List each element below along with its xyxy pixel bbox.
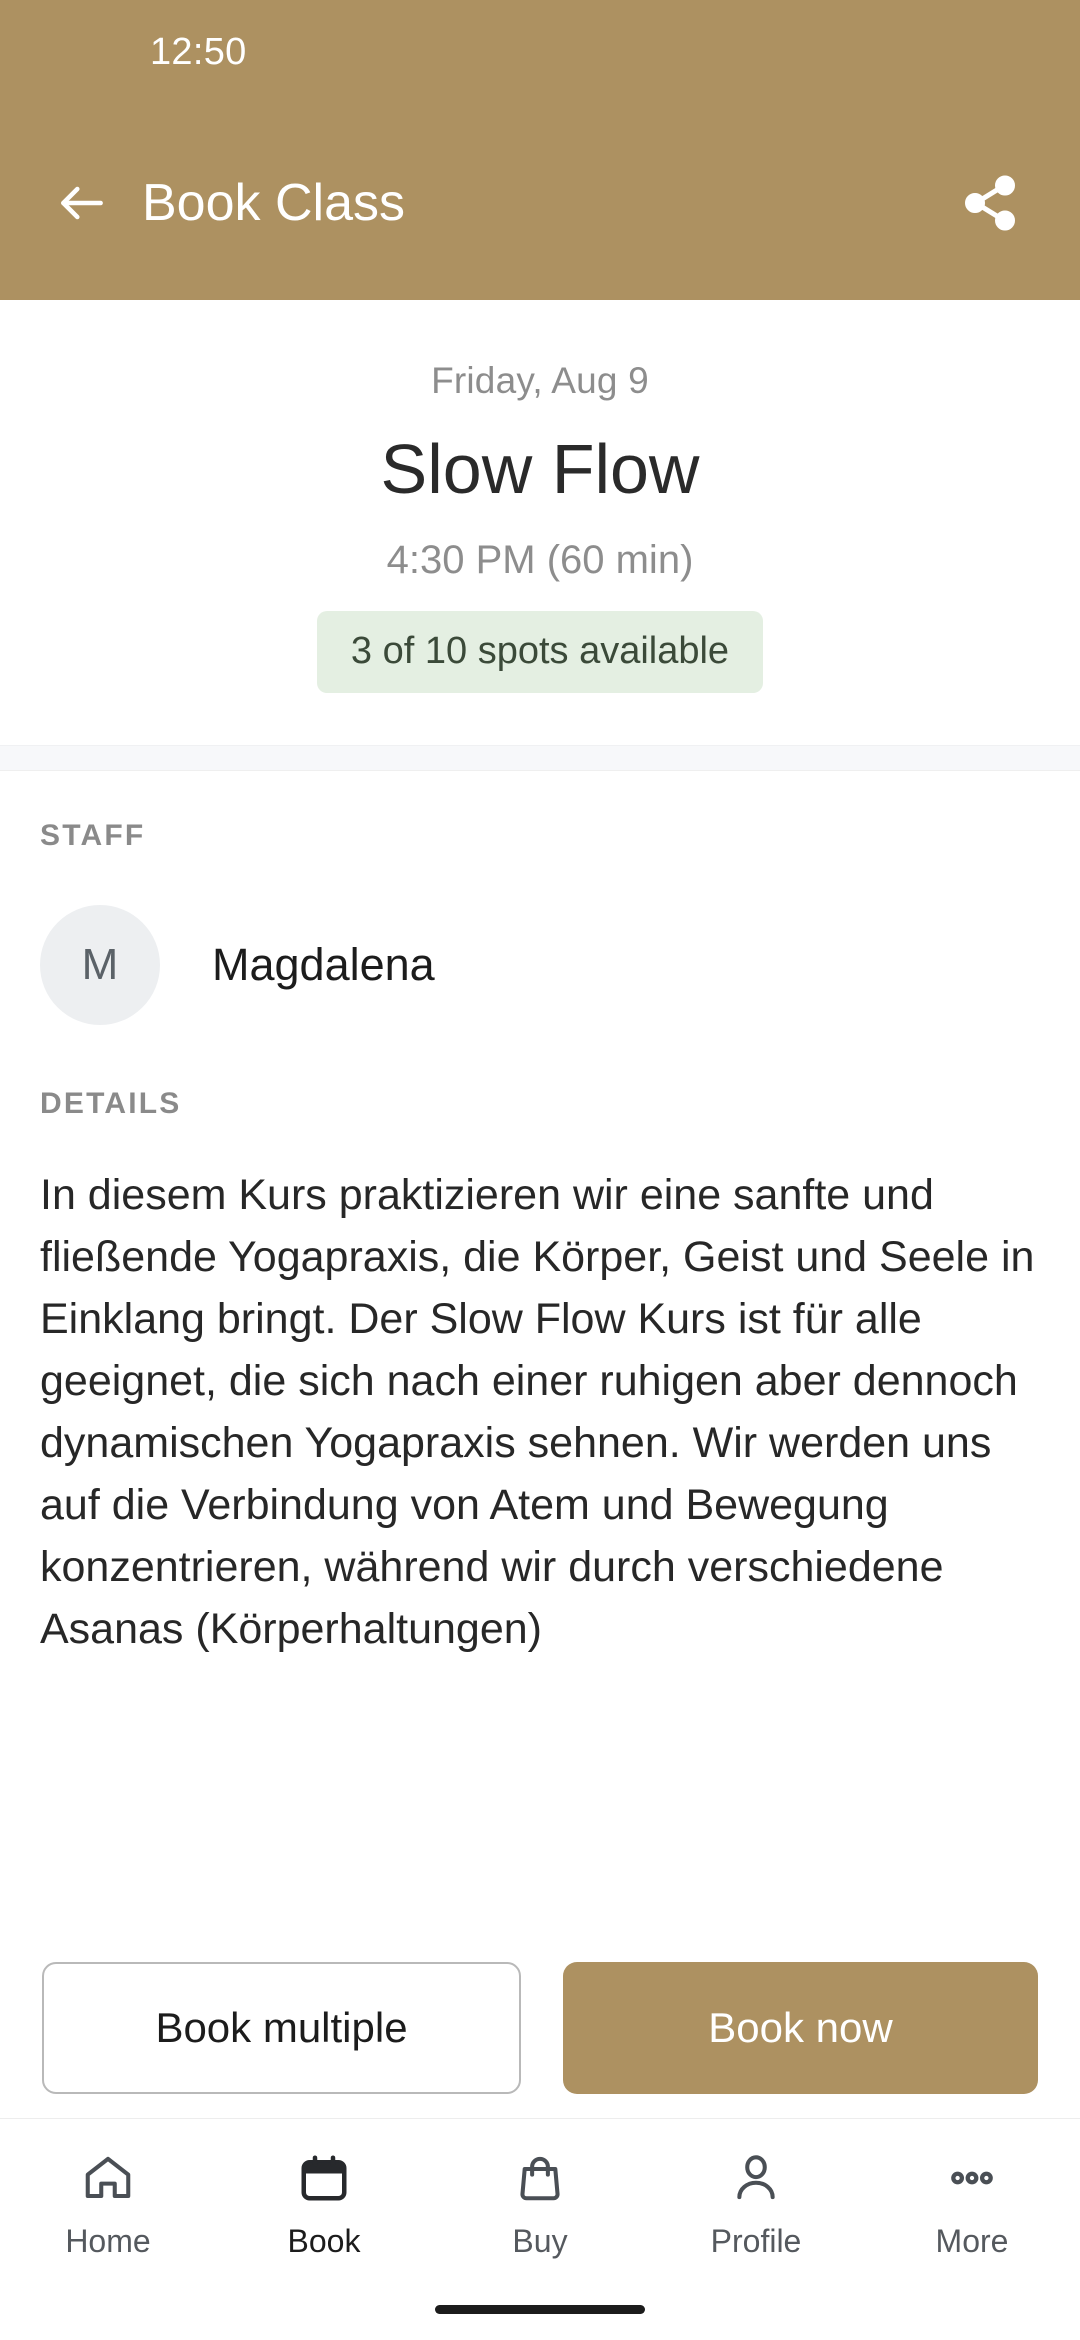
nav-label-more: More [935, 2223, 1009, 2259]
spots-available-badge: 3 of 10 spots available [316, 611, 764, 694]
class-date: Friday, Aug 9 [431, 360, 649, 401]
class-time-duration: 4:30 PM (60 min) [386, 538, 694, 583]
staff-list-item[interactable]: M Magdalena [40, 905, 1040, 1026]
home-icon [81, 2147, 135, 2209]
person-icon [729, 2147, 783, 2209]
avatar: M [40, 905, 160, 1026]
nav-item-profile[interactable]: Profile [648, 2147, 864, 2257]
nav-label-book: Book [287, 2223, 361, 2259]
back-button[interactable] [44, 165, 120, 241]
share-button[interactable] [948, 161, 1032, 245]
nav-item-buy[interactable]: Buy [432, 2147, 648, 2257]
app-bar: Book Class [0, 105, 1080, 300]
status-bar: 12:50 [0, 0, 1080, 105]
nav-item-home[interactable]: Home [0, 2147, 216, 2257]
book-multiple-button[interactable]: Book multiple [42, 1962, 521, 2094]
arrow-left-icon [61, 186, 103, 219]
app-bar-title: Book Class [142, 173, 405, 232]
staff-name: Magdalena [212, 939, 435, 991]
ellipsis-icon [945, 2147, 999, 2209]
avatar-initial: M [81, 940, 119, 990]
booking-action-bar: Book multiple Book now [0, 1938, 1080, 2118]
calendar-icon [297, 2147, 351, 2209]
nav-item-more[interactable]: More [864, 2147, 1080, 2257]
section-divider [0, 745, 1080, 772]
details-section-label: DETAILS [40, 1087, 182, 1121]
bag-icon [513, 2147, 567, 2209]
book-now-button[interactable]: Book now [563, 1962, 1038, 2094]
nav-label-home: Home [65, 2223, 151, 2259]
class-name: Slow Flow [380, 430, 700, 508]
home-indicator [435, 2305, 645, 2314]
class-header: Friday, Aug 9 Slow Flow 4:30 PM (60 min)… [0, 300, 1080, 746]
details-description: In diesem Kurs praktizieren wir eine san… [40, 1171, 1035, 1653]
nav-item-book[interactable]: Book [216, 2147, 432, 2257]
staff-section-label: STAFF [40, 819, 146, 853]
share-icon [965, 175, 1015, 230]
status-bar-clock: 12:50 [150, 31, 247, 73]
app-screen: 12:50 Book Class Friday, Aug 9 Slow Flow… [0, 0, 1080, 2340]
nav-label-profile: Profile [710, 2223, 802, 2259]
nav-label-buy: Buy [512, 2223, 568, 2259]
